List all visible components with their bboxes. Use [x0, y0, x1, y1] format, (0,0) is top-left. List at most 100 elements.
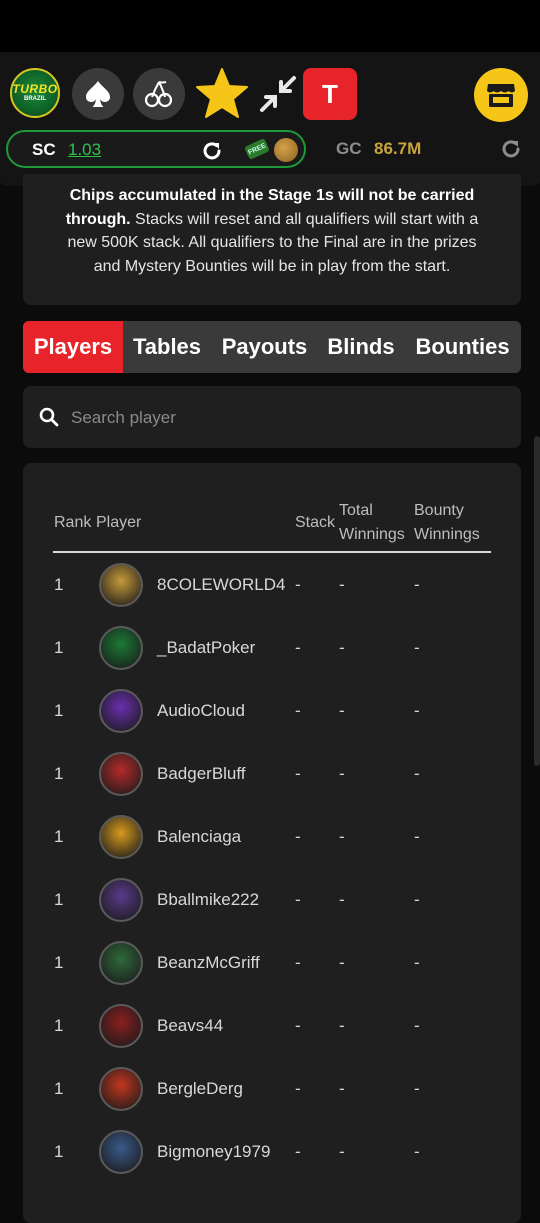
search-player-input[interactable]: [69, 402, 493, 434]
avatar: [99, 752, 143, 796]
total-winnings-cell: -: [339, 764, 345, 783]
tab-payouts[interactable]: Payouts: [211, 321, 318, 373]
player-name[interactable]: BeanzMcGriff: [157, 953, 260, 973]
rank-cell: 1: [54, 764, 64, 783]
avatar: [99, 1067, 143, 1111]
tab-bounties[interactable]: Bounties: [404, 321, 521, 373]
total-winnings-cell: -: [339, 953, 345, 972]
minimize-button[interactable]: [258, 74, 298, 114]
shrink-arrows-icon: [260, 76, 296, 112]
sc-label: SC: [32, 140, 56, 159]
table-row[interactable]: 1 BeanzMcGriff - - -: [23, 933, 521, 996]
bounty-winnings-cell: -: [414, 764, 420, 783]
header: TURBO BRAZIL T SC 1.03 FREE GC 86.7M: [0, 52, 540, 186]
turbo-logo[interactable]: TURBO BRAZIL: [10, 68, 60, 118]
free-badge: FREE: [244, 138, 270, 160]
cherry-icon: [144, 81, 173, 108]
stack-cell: -: [295, 701, 301, 720]
tab-tables[interactable]: Tables: [123, 321, 211, 373]
stack-cell: -: [295, 1142, 301, 1161]
rank-cell: 1: [54, 701, 64, 720]
table-row[interactable]: 1 BergleDerg - - -: [23, 1059, 521, 1122]
shop-icon: [487, 84, 515, 107]
refresh-gc-icon[interactable]: [500, 138, 522, 160]
scrollbar[interactable]: [534, 436, 540, 766]
rank-cell: 1: [54, 638, 64, 657]
player-name[interactable]: BergleDerg: [157, 1079, 243, 1099]
stack-cell: -: [295, 890, 301, 909]
table-row[interactable]: 1 _BadatPoker - - -: [23, 618, 521, 681]
shop-button[interactable]: [474, 68, 528, 122]
avatar: [99, 815, 143, 859]
avatar: [99, 626, 143, 670]
total-winnings-cell: -: [339, 890, 345, 909]
rank-cell: 1: [54, 1079, 64, 1098]
favorites-button[interactable]: [194, 66, 250, 122]
tab-blinds[interactable]: Blinds: [318, 321, 404, 373]
stack-cell: -: [295, 638, 301, 657]
rank-cell: 1: [54, 827, 64, 846]
total-winnings-cell: -: [339, 638, 345, 657]
coin-icon: [274, 138, 298, 162]
avatar: [99, 563, 143, 607]
bounty-winnings-cell: -: [414, 638, 420, 657]
star-icon: [196, 68, 248, 118]
avatar: [99, 689, 143, 733]
refresh-sc-icon[interactable]: [201, 140, 223, 162]
stack-cell: -: [295, 764, 301, 783]
avatar: [99, 1004, 143, 1048]
total-winnings-cell: -: [339, 701, 345, 720]
header-bounty-line1: Bounty: [414, 502, 464, 519]
spade-button[interactable]: [72, 68, 124, 120]
total-winnings-cell: -: [339, 827, 345, 846]
header-player: Player: [96, 514, 142, 531]
stack-cell: -: [295, 1079, 301, 1098]
header-stack: Stack: [295, 514, 336, 531]
avatar: [99, 878, 143, 922]
player-name[interactable]: Bballmike222: [157, 890, 259, 910]
table-row[interactable]: 1 Bigmoney1979 - - -: [23, 1122, 521, 1185]
bounty-winnings-cell: -: [414, 953, 420, 972]
player-name[interactable]: BadgerBluff: [157, 764, 246, 784]
rank-cell: 1: [54, 1142, 64, 1161]
rank-cell: 1: [54, 575, 64, 594]
bounty-winnings-cell: -: [414, 1016, 420, 1035]
total-winnings-cell: -: [339, 575, 345, 594]
sc-balance-pill[interactable]: SC 1.03 FREE: [6, 130, 306, 168]
bounty-winnings-cell: -: [414, 1079, 420, 1098]
avatar: [99, 1130, 143, 1174]
player-name[interactable]: Balenciaga: [157, 827, 241, 847]
rank-cell: 1: [54, 890, 64, 909]
stack-cell: -: [295, 953, 301, 972]
table-row[interactable]: 1 8COLEWORLD4- - -: [23, 555, 521, 618]
total-winnings-cell: -: [339, 1016, 345, 1035]
player-name[interactable]: AudioCloud: [157, 701, 245, 721]
table-row[interactable]: 1 Balenciaga - - -: [23, 807, 521, 870]
search-icon: [39, 407, 59, 427]
rank-cell: 1: [54, 1016, 64, 1035]
stack-cell: -: [295, 1016, 301, 1035]
player-name[interactable]: Beavs44: [157, 1016, 223, 1036]
player-name[interactable]: _BadatPoker: [157, 638, 255, 658]
table-row[interactable]: 1 Beavs44 - - -: [23, 996, 521, 1059]
bounty-winnings-cell: -: [414, 1142, 420, 1161]
t-button[interactable]: T: [303, 68, 357, 120]
bounty-winnings-cell: -: [414, 890, 420, 909]
players-table: Rank Player Stack Total Winnings Bounty …: [23, 463, 521, 1223]
header-divider: [53, 551, 491, 553]
player-name[interactable]: 8COLEWORLD4: [157, 575, 285, 595]
tab-players[interactable]: Players: [23, 321, 123, 373]
bounty-winnings-cell: -: [414, 575, 420, 594]
bounty-winnings-cell: -: [414, 827, 420, 846]
table-row[interactable]: 1 Bballmike222 - - -: [23, 870, 521, 933]
currency-row: SC 1.03 FREE GC 86.7M: [6, 130, 536, 170]
table-row[interactable]: 1 BadgerBluff - - -: [23, 744, 521, 807]
search-box: [23, 386, 521, 448]
sc-value[interactable]: 1.03: [68, 140, 101, 160]
cherry-button[interactable]: [133, 68, 185, 120]
info-text: Chips accumulated in the Stage 1s will n…: [53, 184, 491, 278]
logo-line2: BRAZIL: [24, 96, 46, 102]
table-row[interactable]: 1 AudioCloud - - -: [23, 681, 521, 744]
player-name[interactable]: Bigmoney1979: [157, 1142, 270, 1162]
tournament-info-card: Chips accumulated in the Stage 1s will n…: [23, 174, 521, 305]
